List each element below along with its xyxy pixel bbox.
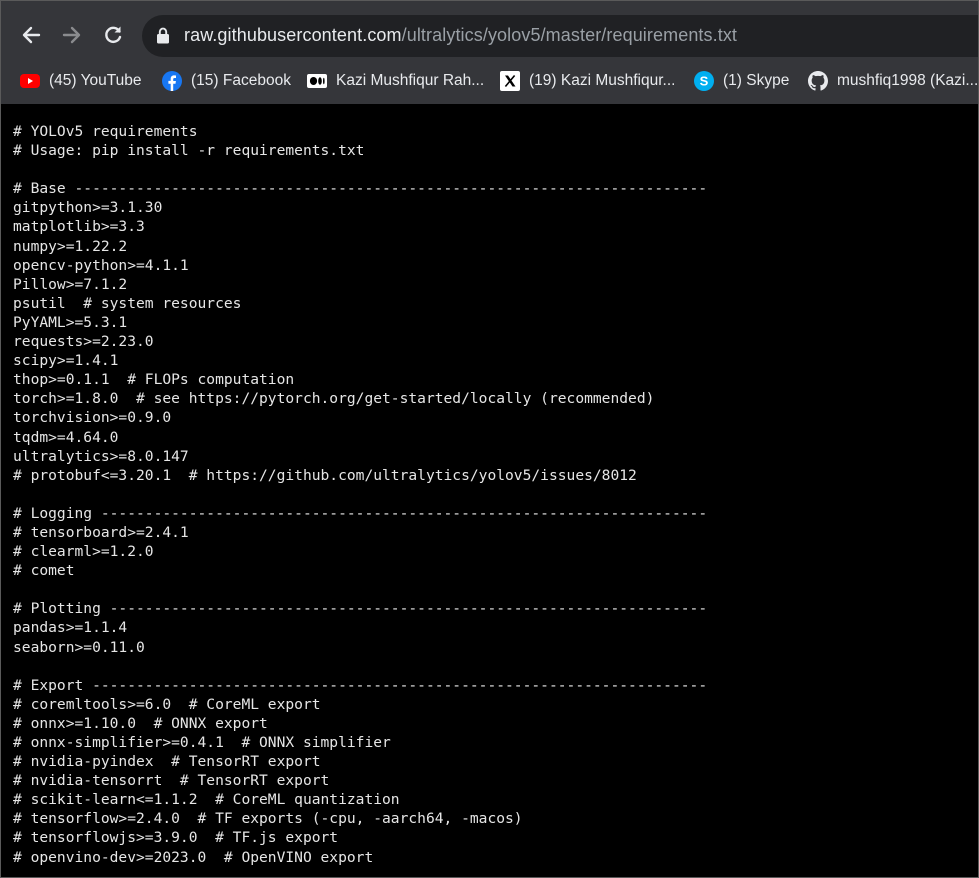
reload-button[interactable] [97,19,129,51]
bookmark-youtube[interactable]: (45) YouTube [20,65,142,97]
forward-button[interactable] [56,19,88,51]
bookmark-label: (19) Kazi Mushfiqur... [529,72,676,89]
bookmark-label: (1) Skype [723,72,790,89]
bookmarks-bar: (45) YouTube (15) Facebook Kazi Mushfiqu… [1,65,978,97]
address-bar[interactable]: raw.githubusercontent.com/ultralytics/yo… [142,15,978,57]
github-icon [808,71,828,91]
url-domain: raw.githubusercontent.com [184,25,402,45]
youtube-icon [20,71,40,91]
page-content: # YOLOv5 requirements # Usage: pip insta… [1,104,978,877]
svg-text:S: S [700,74,709,89]
x-icon [500,71,520,91]
lock-icon[interactable] [156,27,170,44]
facebook-icon [162,71,182,91]
bookmark-label: (45) YouTube [49,72,142,89]
bookmark-medium[interactable]: Kazi Mushfiqur Rah... [307,65,484,97]
bookmark-x[interactable]: (19) Kazi Mushfiqur... [500,65,675,97]
bookmark-github[interactable]: mushfiq1998 (Kazi... [808,65,978,97]
back-arrow-icon [22,26,41,44]
requirements-text: # YOLOv5 requirements # Usage: pip insta… [13,123,708,866]
reload-icon [105,26,122,44]
browser-window: raw.githubusercontent.com/ultralytics/yo… [0,0,979,878]
forward-arrow-icon [62,26,81,44]
medium-icon [307,71,327,91]
back-button[interactable] [15,19,47,51]
bookmark-skype[interactable]: S (1) Skype [694,65,789,97]
bookmark-facebook[interactable]: (15) Facebook [162,65,291,97]
bookmark-label: mushfiq1998 (Kazi... [837,72,979,89]
bookmark-label: (15) Facebook [191,72,291,89]
bookmark-label: Kazi Mushfiqur Rah... [336,72,485,89]
url-text[interactable]: raw.githubusercontent.com/ultralytics/yo… [184,25,737,46]
url-path: /ultralytics/yolov5/master/requirements.… [401,25,738,45]
browser-toolbar: raw.githubusercontent.com/ultralytics/yo… [1,1,978,104]
skype-icon: S [694,71,714,91]
